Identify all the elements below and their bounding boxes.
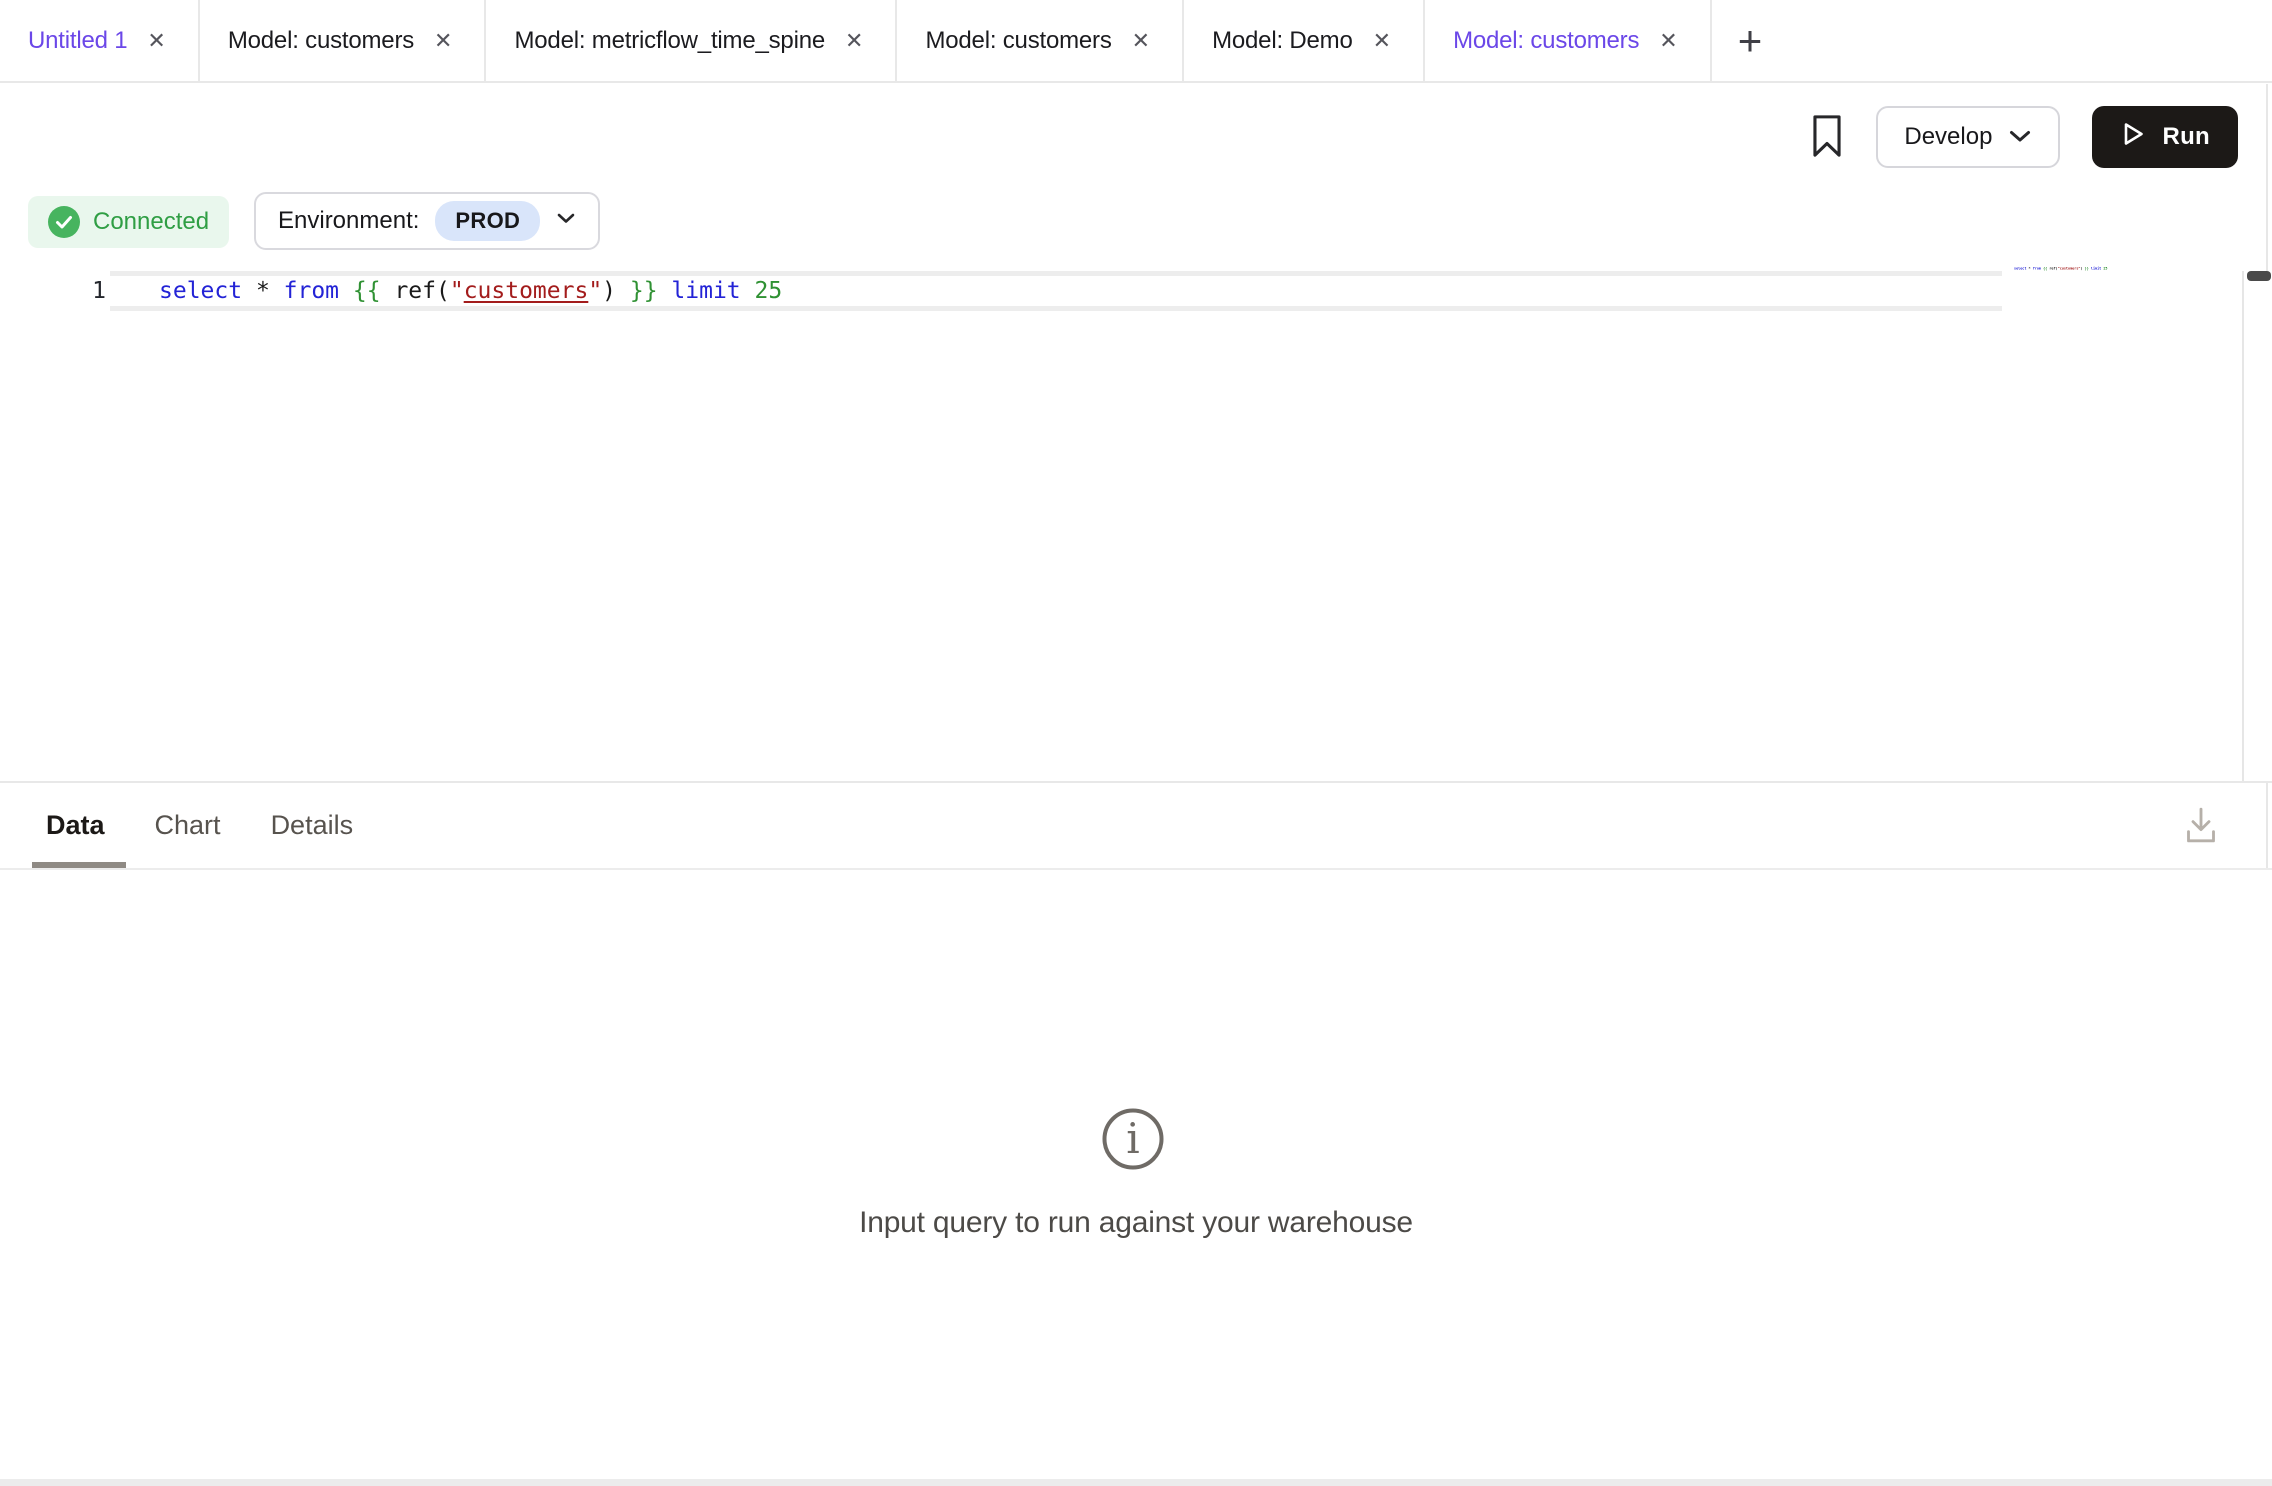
- results-tab-bar: Data Chart Details: [0, 783, 2272, 867]
- close-icon[interactable]: ✕: [143, 26, 169, 56]
- editor-tab-bar: Untitled 1 ✕ Model: customers ✕ Model: m…: [0, 0, 2272, 83]
- code-token: from: [284, 278, 353, 304]
- code-token: limit: [671, 278, 754, 304]
- close-icon[interactable]: ✕: [1369, 26, 1395, 56]
- bookmark-icon: [1810, 113, 1844, 162]
- code-token: *: [256, 278, 284, 304]
- tab-model-customers-2[interactable]: Model: customers ✕: [897, 0, 1184, 81]
- close-icon[interactable]: ✕: [1128, 26, 1154, 56]
- connection-status-badge: Connected: [28, 196, 229, 248]
- code-token: }}: [630, 278, 672, 304]
- close-icon[interactable]: ✕: [841, 26, 867, 56]
- close-icon[interactable]: ✕: [1655, 26, 1681, 56]
- run-label: Run: [2162, 123, 2210, 151]
- code-token-ref-link[interactable]: customers: [464, 278, 589, 304]
- download-icon: [2181, 834, 2221, 849]
- run-button[interactable]: Run: [2092, 106, 2238, 168]
- develop-dropdown-button[interactable]: Develop: [1876, 106, 2060, 168]
- chevron-down-icon: [556, 212, 576, 230]
- tab-model-customers-1[interactable]: Model: customers ✕: [200, 0, 487, 81]
- results-tabrow-border: [0, 868, 2272, 870]
- code-token: ref(: [394, 278, 449, 304]
- code-token: ): [602, 278, 630, 304]
- environment-value-pill: PROD: [435, 201, 540, 241]
- tab-label: Untitled 1: [28, 27, 127, 55]
- tab-untitled-1[interactable]: Untitled 1 ✕: [0, 0, 200, 81]
- code-token: ": [588, 278, 602, 304]
- tab-model-metricflow-time-spine[interactable]: Model: metricflow_time_spine ✕: [486, 0, 897, 81]
- environment-label: Environment:: [278, 207, 419, 235]
- close-icon[interactable]: ✕: [430, 26, 456, 56]
- bookmark-button[interactable]: [1810, 113, 1844, 162]
- check-circle-icon: [48, 206, 80, 238]
- svg-text:i: i: [1126, 1114, 1139, 1163]
- editor-scrollbar-thumb[interactable]: [2247, 271, 2271, 281]
- toolbar: Develop Run: [0, 83, 2272, 191]
- connection-status-label: Connected: [93, 208, 209, 236]
- line-number: 1: [60, 276, 106, 306]
- tab-model-customers-3[interactable]: Model: customers ✕: [1425, 0, 1712, 81]
- editor-minimap: select * from {{ ref("customers") }} lim…: [2014, 266, 2114, 284]
- tab-data[interactable]: Data: [46, 810, 105, 841]
- active-line-bottom-border: [110, 306, 2002, 311]
- tab-chart[interactable]: Chart: [155, 810, 221, 841]
- code-token: select: [159, 278, 256, 304]
- tab-details[interactable]: Details: [271, 810, 354, 841]
- info-icon: i: [1100, 1106, 1166, 1177]
- develop-label: Develop: [1904, 123, 1992, 151]
- chevron-down-icon: [2008, 123, 2032, 151]
- environment-selector[interactable]: Environment: PROD: [254, 192, 600, 250]
- new-tab-button[interactable]: +: [1712, 0, 1789, 81]
- tab-label: Model: Demo: [1212, 27, 1353, 55]
- editor-scrollbar-track: [2242, 271, 2272, 782]
- code-token: 25: [755, 278, 783, 304]
- tab-label: Model: metricflow_time_spine: [514, 27, 825, 55]
- tab-model-demo[interactable]: Model: Demo ✕: [1184, 0, 1425, 81]
- plus-icon: +: [1738, 17, 1763, 65]
- tab-label: Model: customers: [925, 27, 1111, 55]
- tab-label: Model: customers: [228, 27, 414, 55]
- code-editor-line[interactable]: select * from {{ ref("customers") }} lim…: [159, 276, 782, 306]
- bottom-status-strip: [0, 1479, 2272, 1486]
- empty-state-message: Input query to run against your warehous…: [0, 1206, 2272, 1240]
- download-results-button[interactable]: [2181, 804, 2221, 849]
- code-token: {{: [353, 278, 395, 304]
- code-token: ": [450, 278, 464, 304]
- play-icon: [2120, 120, 2146, 155]
- tab-label: Model: customers: [1453, 27, 1639, 55]
